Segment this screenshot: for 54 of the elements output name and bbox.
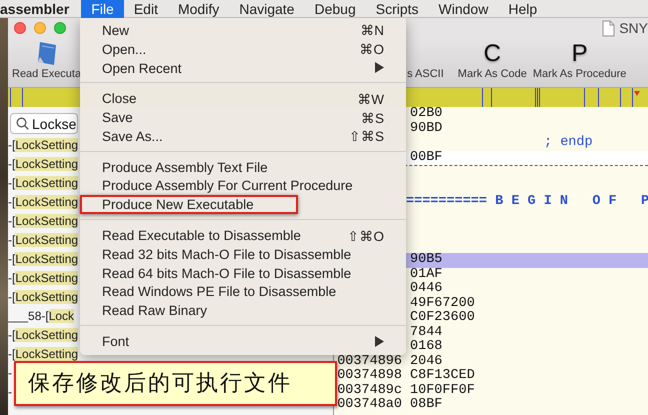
code-address: 0037489c: [336, 384, 403, 398]
code-line[interactable]: 00374898 C8F13CED: [334, 369, 648, 384]
code-line[interactable]: 003748a0 08BF: [334, 398, 648, 412]
menu-item[interactable]: Read Executable to Disassemble ⇧⌘O: [80, 226, 406, 245]
code-bytes: 49F67200: [410, 296, 475, 311]
toolbar-button[interactable]: s ASCII: [407, 40, 444, 80]
menu-title[interactable]: Window: [428, 0, 498, 18]
search-icon: [16, 117, 29, 130]
window-title: SNY: [619, 20, 648, 36]
minimize-button[interactable]: [34, 22, 46, 34]
menu-item[interactable]: Open Recent: [80, 58, 406, 78]
menu-title[interactable]: Navigate: [229, 0, 304, 18]
procedure-list-item[interactable]: ___58-[Lock: [8, 307, 74, 326]
code-bytes: C0F23600: [410, 311, 475, 326]
menu-item[interactable]: Read Windows PE File to Disassemble: [80, 282, 406, 302]
caption-note: 保存修改后的可执行文件: [14, 361, 337, 406]
menu-title[interactable]: Help: [498, 0, 548, 18]
menu-title[interactable]: File: [81, 0, 124, 18]
menu-item[interactable]: Font: [80, 332, 406, 351]
app-name: assembler: [0, 0, 70, 18]
document-icon: [602, 20, 616, 36]
procedure-list-item[interactable]: -: [8, 383, 12, 402]
code-bytes: 08BF: [410, 398, 442, 412]
code-address: 00374898: [336, 369, 403, 384]
close-button[interactable]: [14, 22, 26, 34]
toolbar-button[interactable]: Read Executa: [12, 40, 82, 80]
code-bytes: 7844: [410, 326, 442, 340]
code-bytes: 2046: [410, 354, 442, 369]
toolbar-button[interactable]: C Mark As Code: [458, 40, 527, 80]
code-bytes: 00BF: [410, 150, 442, 165]
menu-title[interactable]: Modify: [168, 0, 230, 18]
menu-item[interactable]: Open... ⌘O: [80, 40, 406, 59]
code-bytes: C8F13CED: [410, 369, 475, 384]
zoom-button[interactable]: [54, 22, 66, 34]
menu-item[interactable]: New ⌘N: [80, 21, 406, 40]
menu-title[interactable]: Debug: [304, 0, 366, 18]
code-address: 003748a0: [336, 398, 403, 412]
code-bytes: 10F0FF0F: [410, 384, 475, 398]
code-bytes: 90B5: [410, 253, 442, 268]
menu-title[interactable]: Edit: [124, 0, 168, 18]
menu-item[interactable]: Save As... ⇧⌘S: [80, 126, 406, 146]
menu-item[interactable]: Save ⌘S: [80, 108, 406, 127]
code-address: 00374896: [336, 354, 403, 369]
code-bytes: 0168: [410, 340, 442, 354]
procedure-list-item[interactable]: -: [8, 364, 12, 383]
search-field[interactable]: Lockse: [10, 113, 78, 134]
highlighted-menu-item[interactable]: Produce New Executable: [80, 195, 298, 214]
code-line[interactable]: 00374896 2046: [334, 354, 648, 369]
toolbar-button[interactable]: P Mark As Procedure: [532, 40, 626, 80]
menu-item[interactable]: Read Raw Binary: [80, 301, 406, 320]
code-line[interactable]: 0037489c 10F0FF0F: [334, 384, 648, 398]
code-bytes: 0446: [410, 282, 442, 296]
menu-title[interactable]: Scripts: [366, 0, 429, 18]
menu-item[interactable]: Produce Assembly For Current Procedure: [80, 176, 406, 196]
